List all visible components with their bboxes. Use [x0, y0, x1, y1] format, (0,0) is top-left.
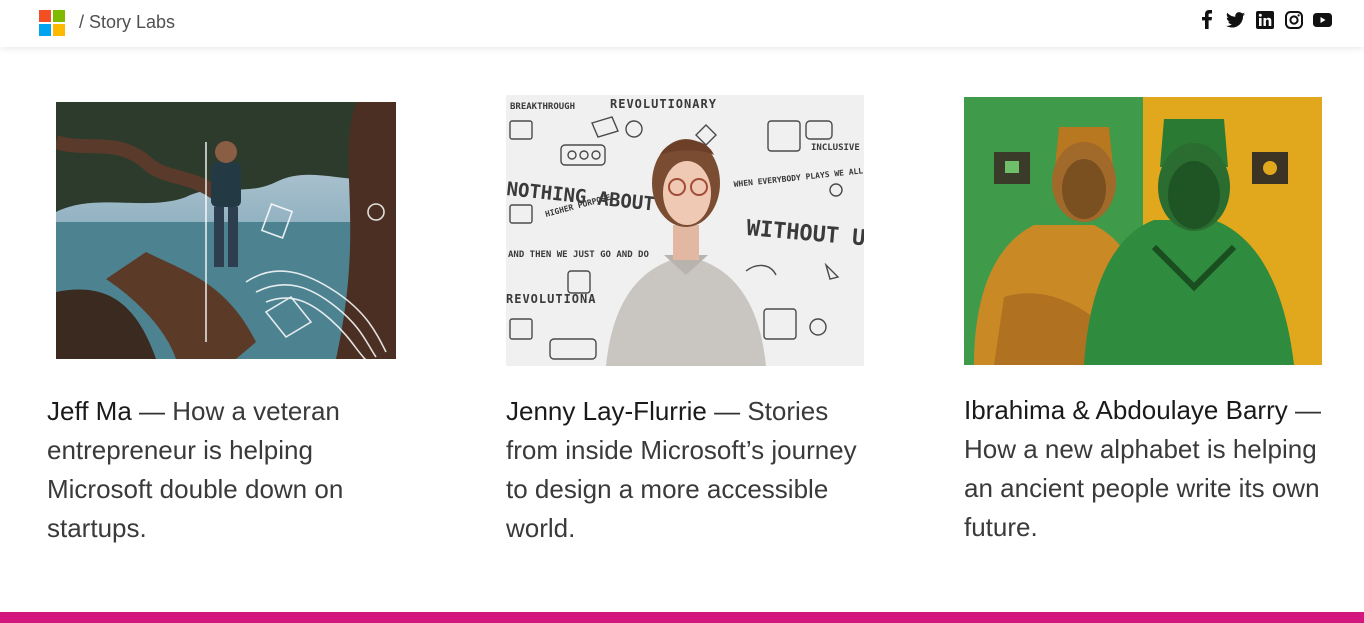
doodle-word-inclusive-design: INCLUSIVE DESIGN	[811, 143, 864, 153]
doodle-word-revolutionary: REVOLUTIONARY	[610, 97, 717, 111]
logo-blue-square	[39, 24, 51, 36]
card-dash: —	[1287, 395, 1321, 425]
card-dash: —	[131, 396, 173, 426]
facebook-icon[interactable]	[1197, 10, 1216, 29]
logo-red-square	[39, 10, 51, 22]
card-description: How a new alphabet is helping an ancient…	[964, 434, 1320, 542]
doodle-word-go-and-do: AND THEN WE JUST GO AND DO	[508, 250, 649, 260]
logo-yellow-square	[53, 24, 65, 36]
barry-brothers-photo[interactable]	[964, 97, 1322, 365]
story-card-barry-brothers[interactable]: Ibrahima & Abdoulaye Barry — How a new a…	[964, 391, 1334, 547]
doodle-word-breakthrough: BREAKTHROUGH	[510, 102, 575, 112]
card-title: Jenny Lay-Flurrie	[506, 396, 707, 426]
footer-accent-bar	[0, 612, 1364, 623]
twitter-icon[interactable]	[1226, 10, 1245, 29]
jenny-lay-flurrie-photo[interactable]: BREAKTHROUGH REVOLUTIONARY NOTHING ABOUT…	[506, 95, 864, 366]
instagram-icon[interactable]	[1284, 10, 1303, 29]
social-links	[1197, 10, 1332, 29]
card-title: Jeff Ma	[47, 396, 132, 426]
story-card-jeff-ma[interactable]: Jeff Ma — How a veteran entrepreneur is …	[47, 392, 377, 548]
card-dash: —	[706, 396, 748, 426]
doodle-word-revolutiona: REVOLUTIONA	[506, 292, 596, 306]
site-header: / Story Labs	[0, 0, 1364, 47]
breadcrumb-story-labs[interactable]: / Story Labs	[79, 12, 175, 33]
youtube-icon[interactable]	[1313, 10, 1332, 29]
card-title: Ibrahima & Abdoulaye Barry	[964, 395, 1288, 425]
linkedin-icon[interactable]	[1255, 10, 1274, 29]
microsoft-logo[interactable]	[39, 10, 65, 36]
jeff-ma-photo[interactable]	[56, 102, 396, 359]
logo-green-square	[53, 10, 65, 22]
story-card-jenny-lay-flurrie[interactable]: Jenny Lay-Flurrie — Stories from inside …	[506, 392, 866, 548]
